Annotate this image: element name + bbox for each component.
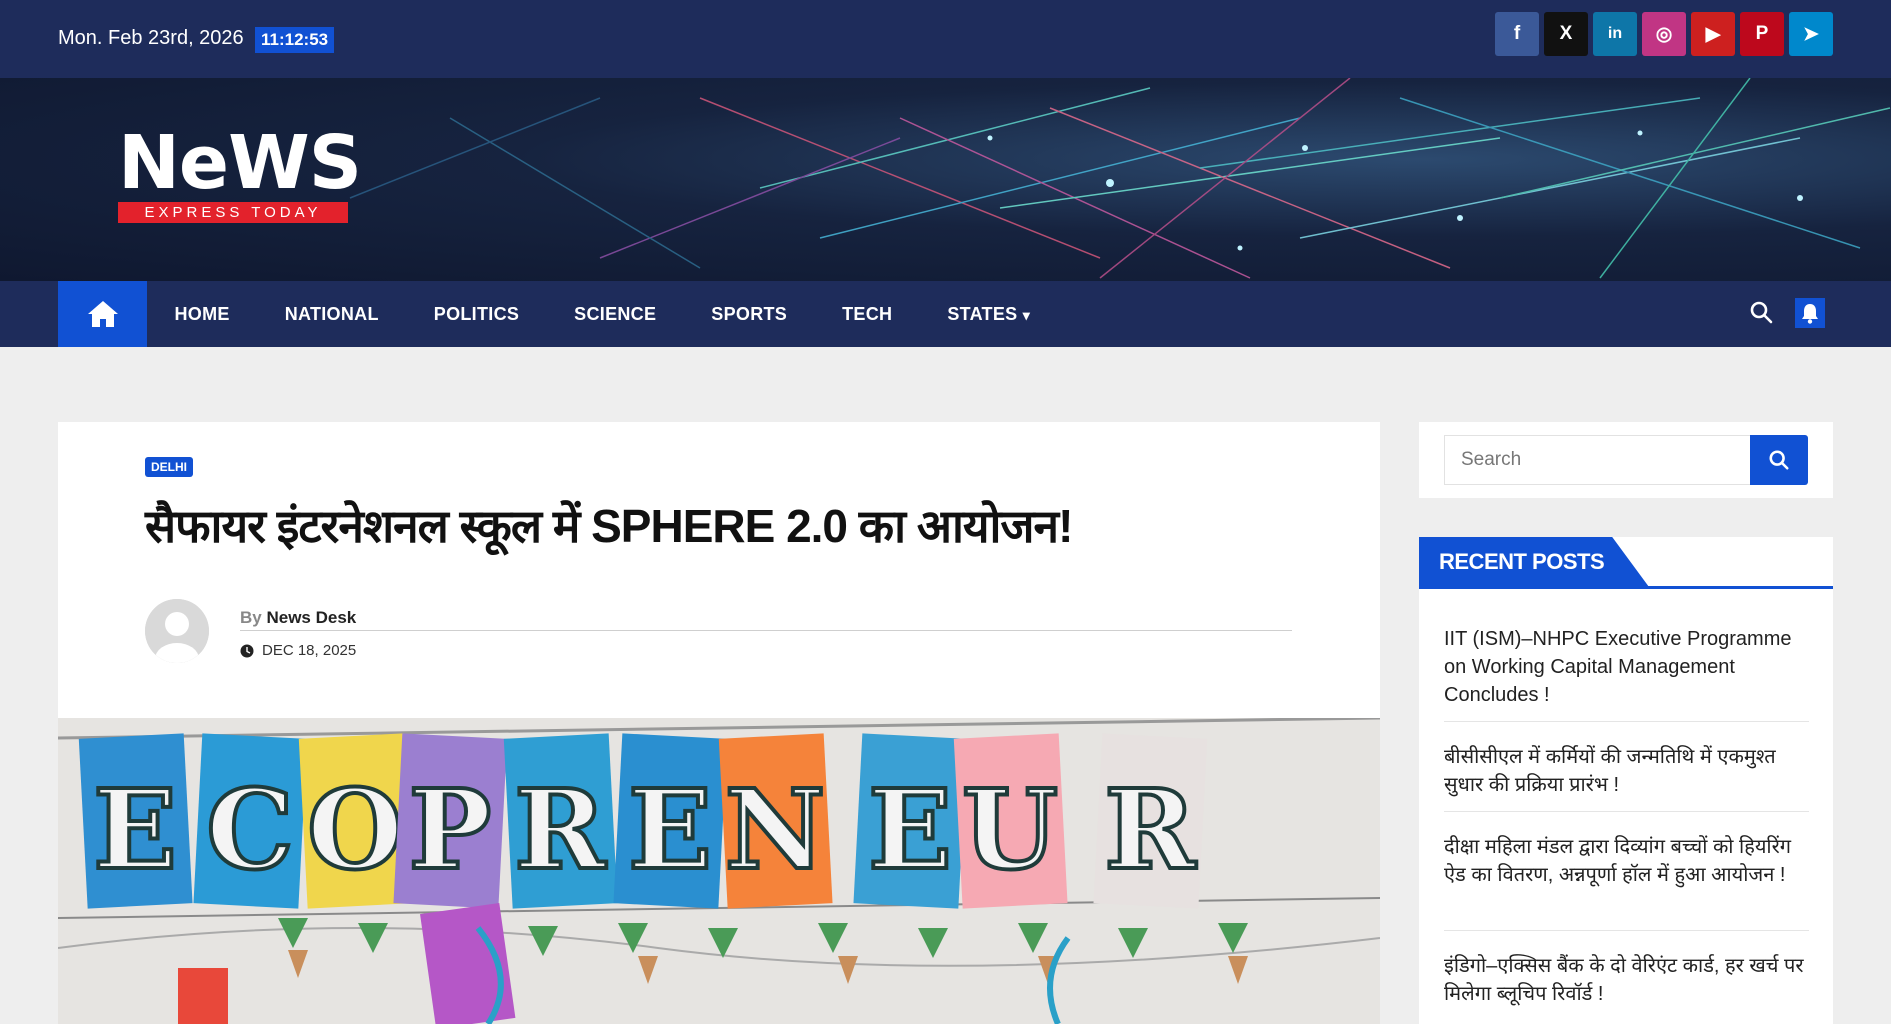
post-divider [1444, 721, 1809, 722]
bunting-letter: U [962, 765, 1058, 894]
bunting-letter: E [628, 765, 712, 894]
nav-search-icon[interactable] [1749, 300, 1773, 329]
logo-wordmark: NeWS [118, 120, 362, 206]
x-link[interactable]: X [1544, 12, 1588, 56]
bunting-letter: R [514, 765, 607, 894]
social-links: f Xin ◎ ▶ P ➤ [1495, 12, 1833, 56]
nav-item-science[interactable]: SCIENCE [547, 304, 684, 325]
youtube-link[interactable]: ▶ [1691, 12, 1735, 56]
sidebar-search-button[interactable] [1750, 435, 1808, 485]
author-line: By News Desk [240, 608, 356, 628]
sidebar-search-widget: Search [1419, 422, 1833, 498]
recent-posts-heading: RECENT POSTS [1419, 537, 1649, 587]
top-bar: Mon. Feb 23rd, 2026 11:12:53 f Xin ◎ ▶ P ➤ [0, 0, 1891, 78]
linkedin-icon: in [1607, 25, 1623, 42]
article-card: DELHI सैफायर इंटरनेशनल स्कूल में SPHERE … [58, 422, 1380, 1024]
recent-post-link[interactable]: IIT (ISM)–NHPC Executive Programme on Wo… [1444, 625, 1809, 709]
bunting-letter: E [868, 765, 952, 894]
facebook-icon: f [1513, 23, 1521, 44]
post-divider [1444, 930, 1809, 931]
search-icon [1769, 450, 1789, 470]
category-badge[interactable]: DELHI [145, 457, 193, 477]
nav-item-tech[interactable]: TECH [815, 304, 920, 325]
recent-post-link[interactable]: बीसीसीएल में कर्मियों की जन्मतिथि में एक… [1444, 743, 1809, 799]
youtube-icon: ▶ [1705, 23, 1721, 45]
nav-item-states-label: STATES [947, 303, 1018, 324]
author-name[interactable]: News Desk [266, 608, 356, 627]
article-date-line: DEC 18, 2025 [240, 642, 356, 659]
pinterest-link[interactable]: P [1740, 12, 1784, 56]
user-avatar-icon [145, 599, 209, 663]
recent-post-link[interactable]: दीक्षा महिला मंडल द्वारा दिव्यांग बच्चों… [1444, 833, 1809, 889]
chevron-down-icon: ▾ [1022, 306, 1031, 323]
telegram-icon: ➤ [1803, 23, 1819, 45]
home-icon [87, 301, 118, 327]
instagram-icon: ◎ [1655, 23, 1673, 45]
facebook-link[interactable]: f [1495, 12, 1539, 56]
current-date: Mon. Feb 23rd, 2026 [58, 27, 244, 49]
bell-icon [1802, 304, 1818, 324]
main-nav: HOME NATIONAL POLITICS SCIENCE SPORTS TE… [0, 281, 1891, 347]
recent-post-link[interactable]: इंडिगो–एक्सिस बैंक के दो वेरिएंट कार्ड, … [1444, 952, 1809, 1008]
byline-divider [240, 630, 1292, 631]
current-time: 11:12:53 [255, 27, 335, 53]
clock-icon [240, 644, 254, 657]
nav-item-national[interactable]: NATIONAL [257, 304, 406, 325]
search-icon [1750, 301, 1773, 324]
site-logo[interactable]: NeWS EXPRESS TODAY [118, 120, 362, 223]
notification-bell-button[interactable] [1795, 298, 1825, 328]
instagram-link[interactable]: ◎ [1642, 12, 1686, 56]
header-banner: NeWS EXPRESS TODAY [0, 78, 1891, 281]
by-label: By [240, 608, 262, 627]
linkedin-link[interactable]: in [1593, 12, 1637, 56]
pinterest-icon: P [1755, 23, 1769, 44]
article-title: सैफायर इंटरनेशनल स्कूल में SPHERE 2.0 का… [145, 500, 1073, 552]
bunting-letter: R [1104, 765, 1197, 894]
bunting-banner-image: ECOPRENEUR [58, 718, 1380, 1024]
nav-menu: HOME NATIONAL POLITICS SCIENCE SPORTS TE… [147, 281, 1058, 347]
bunting-letter: E [93, 765, 177, 894]
sidebar-search-input[interactable]: Search [1444, 435, 1751, 485]
nav-item-states[interactable]: STATES ▾ [920, 304, 1058, 325]
bunting-letter: N [725, 765, 826, 894]
nav-item-sports[interactable]: SPORTS [684, 304, 815, 325]
x-icon: X [1559, 23, 1573, 44]
bunting-letter: C [206, 765, 294, 894]
bunting-letter: O [307, 765, 403, 894]
article-featured-image[interactable]: ECOPRENEUR [58, 718, 1380, 1024]
telegram-link[interactable]: ➤ [1789, 12, 1833, 56]
nav-item-home[interactable]: HOME [147, 304, 257, 325]
recent-posts-widget: RECENT POSTS IIT (ISM)–NHPC Executive Pr… [1419, 537, 1833, 1024]
author-avatar[interactable] [145, 599, 209, 663]
article-date: DEC 18, 2025 [262, 642, 357, 659]
bunting-letter: P [409, 765, 492, 894]
post-divider [1444, 811, 1809, 812]
home-icon-button[interactable] [58, 281, 147, 347]
nav-item-politics[interactable]: POLITICS [406, 304, 546, 325]
logo-tagline: EXPRESS TODAY [118, 202, 348, 223]
